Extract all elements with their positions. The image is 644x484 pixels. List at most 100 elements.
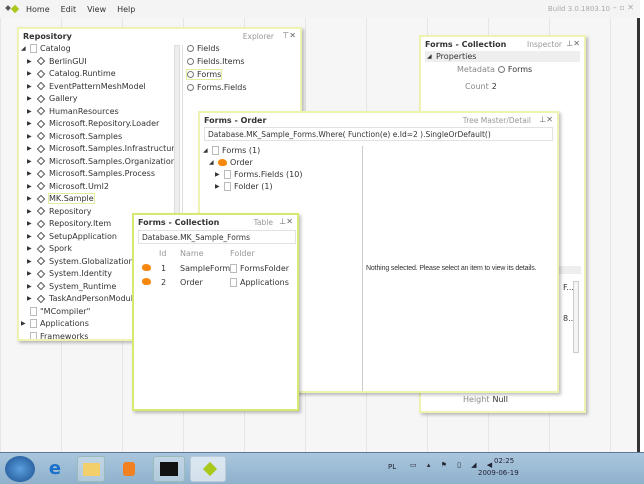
expand-icon[interactable]: ▶ — [27, 70, 33, 77]
cmd-icon[interactable] — [153, 456, 185, 482]
window-controls[interactable]: – ▫ ✕ — [613, 3, 634, 12]
explorer-icon[interactable] — [77, 456, 105, 482]
list-item[interactable]: Forms.Fields — [197, 83, 247, 92]
expand-icon[interactable]: ▶ — [27, 245, 33, 252]
expand-icon[interactable]: ▶ — [27, 133, 33, 140]
quadrant-icon[interactable] — [190, 456, 226, 482]
module-icon — [36, 256, 46, 266]
search-icon — [187, 84, 194, 91]
splitter[interactable] — [362, 146, 363, 391]
expand-icon[interactable]: ◢ — [21, 45, 27, 52]
pin-close-buttons[interactable]: ⊥✕ — [279, 217, 293, 226]
expand-icon[interactable]: ▶ — [27, 208, 33, 215]
module-icon — [36, 69, 46, 78]
metadata-value[interactable]: Forms — [508, 65, 532, 74]
tree-item[interactable]: Microsoft.Uml2 — [49, 182, 109, 191]
tree-item[interactable]: Microsoft.Samples.Organization — [49, 157, 176, 166]
tree-item[interactable]: Forms.Fields (10) — [234, 170, 302, 179]
expand-icon[interactable]: ▶ — [27, 170, 33, 177]
tree-item[interactable]: Folder (1) — [234, 182, 273, 191]
list-item[interactable]: Fields — [197, 44, 220, 53]
expand-icon[interactable]: ▶ — [27, 183, 33, 190]
view-label[interactable]: Explorer — [243, 32, 274, 41]
list-item[interactable]: Forms — [197, 70, 221, 79]
height-label: Height — [463, 395, 490, 404]
clock-time[interactable]: 02:25 — [494, 457, 514, 465]
start-button[interactable] — [5, 456, 35, 482]
tree-item[interactable]: BerlinGUI — [49, 57, 87, 66]
tree-item[interactable]: Repository — [49, 207, 92, 216]
tree-item[interactable]: System.Identity — [49, 269, 112, 278]
pin-close-buttons[interactable]: ⊤✕ — [282, 31, 296, 40]
tree-item[interactable]: Catalog.Runtime — [49, 69, 116, 78]
menu-view[interactable]: View — [87, 5, 106, 14]
view-label[interactable]: Tree Master/Detail — [463, 116, 531, 125]
expand-icon[interactable]: ▶ — [27, 295, 33, 302]
column-name[interactable]: Name — [180, 249, 204, 258]
height-value: Null — [492, 395, 508, 404]
expand-icon[interactable]: ▶ — [27, 283, 33, 290]
menu-home[interactable]: Home — [26, 5, 50, 14]
tree-item[interactable]: Microsoft.Repository.Loader — [49, 119, 159, 128]
tree-item[interactable]: System.Globalization — [49, 257, 134, 266]
query-input[interactable]: Database.MK_Sample_Forms — [138, 230, 296, 244]
expand-icon[interactable]: ▶ — [27, 83, 33, 90]
module-icon — [36, 94, 46, 103]
tree-item[interactable]: MK.Sample — [48, 193, 95, 204]
expand-icon[interactable]: ▶ — [27, 195, 33, 202]
tree-item[interactable]: Microsoft.Samples.Infrastructure — [49, 144, 179, 153]
language-indicator[interactable]: PL — [388, 463, 396, 471]
tree-item[interactable]: Microsoft.Samples — [49, 132, 122, 141]
menu-help[interactable]: Help — [117, 5, 135, 14]
list-item[interactable]: Fields.Items — [197, 57, 245, 66]
tree-item[interactable]: Order — [230, 158, 253, 167]
view-label[interactable]: Table — [254, 218, 273, 227]
view-label[interactable]: Inspector — [527, 40, 562, 49]
media-player-icon[interactable] — [115, 456, 145, 482]
expand-icon[interactable]: ▶ — [27, 270, 33, 277]
expand-icon[interactable]: ▶ — [27, 258, 33, 265]
tree-item[interactable]: Applications — [40, 319, 89, 328]
tree-item[interactable]: System_Runtime — [49, 282, 116, 291]
pin-close-buttons[interactable]: ⊥✕ — [539, 115, 553, 124]
tree-item[interactable]: EventPatternMeshModel — [49, 82, 146, 91]
panel-title: Forms - Order — [204, 116, 267, 125]
properties-header[interactable]: ◢ Properties — [425, 51, 580, 62]
menu-edit[interactable]: Edit — [61, 5, 77, 14]
query-input[interactable]: Database.MK_Sample_Forms.Where( Function… — [204, 127, 553, 141]
tree-item[interactable]: Frameworks — [40, 332, 88, 340]
tray-icons[interactable]: ▭ ▴ ⚑ ▯ ◢ ◀ — [410, 461, 496, 469]
tree-item[interactable]: Forms (1) — [222, 146, 260, 155]
tree-item[interactable]: SetupApplication — [49, 232, 117, 241]
search-icon — [187, 45, 194, 52]
module-icon — [36, 294, 46, 303]
folder-icon — [230, 278, 237, 287]
tree-item[interactable]: Gallery — [49, 94, 78, 103]
expand-icon[interactable]: ▶ — [27, 58, 33, 65]
clock-date[interactable]: 2009-06-19 — [478, 469, 519, 477]
tree-item[interactable]: Repository.Item — [49, 219, 111, 228]
ie-icon[interactable]: e — [42, 456, 68, 482]
tree-item[interactable]: Catalog — [40, 44, 71, 53]
pin-close-buttons[interactable]: ⊥✕ — [566, 39, 580, 48]
expand-icon[interactable]: ▶ — [27, 95, 33, 102]
tree-item[interactable]: HumanResources — [49, 107, 119, 116]
tree-item[interactable]: TaskAndPersonModule — [49, 294, 138, 303]
expand-icon[interactable]: ▶ — [27, 120, 33, 127]
column-folder[interactable]: Folder — [230, 249, 255, 258]
tree-item[interactable]: Spork — [49, 244, 72, 253]
scrollbar[interactable] — [573, 281, 579, 353]
panel-title: Repository — [23, 32, 72, 41]
column-id[interactable]: Id — [159, 249, 166, 258]
cell-id: 2 — [161, 278, 167, 287]
expand-icon[interactable]: ▶ — [27, 108, 33, 115]
tree-item[interactable]: Microsoft.Samples.Process — [49, 169, 155, 178]
panel-title: Forms - Collection — [425, 40, 507, 49]
expand-icon[interactable]: ▶ — [27, 145, 33, 152]
expand-icon[interactable]: ▶ — [27, 158, 33, 165]
expand-icon[interactable]: ▶ — [21, 320, 27, 327]
expand-icon[interactable]: ▶ — [27, 233, 33, 240]
tree-item[interactable]: "MCompiler" — [40, 307, 90, 316]
folder-icon — [224, 170, 231, 179]
expand-icon[interactable]: ▶ — [27, 220, 33, 227]
